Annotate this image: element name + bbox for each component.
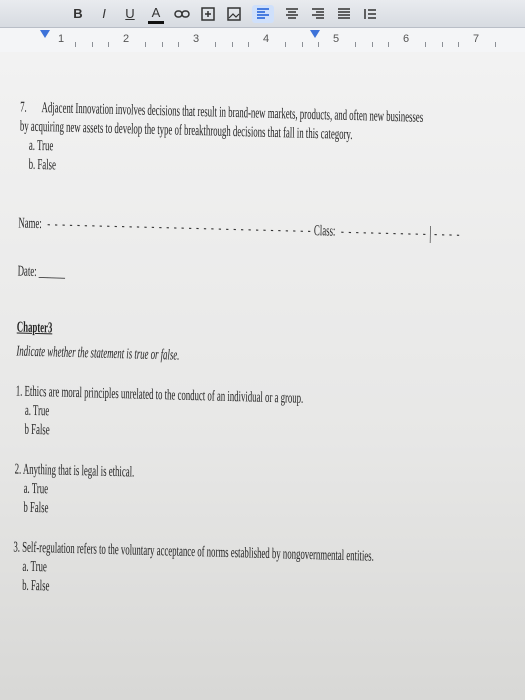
ruler-number: 1 [58, 33, 65, 45]
name-class-row: Name: - - - - - - - - - - - - - - - - - … [18, 215, 461, 245]
ruler-tick [285, 42, 286, 47]
question-3-option-a: a. True [22, 558, 47, 576]
ruler-tick [355, 42, 356, 47]
italic-button[interactable]: I [96, 5, 112, 23]
ruler-tick [248, 42, 249, 47]
question-3-option-b: b. False [22, 577, 50, 595]
ruler-tick [302, 42, 303, 47]
ruler-tick [108, 42, 109, 47]
ruler-number: 4 [263, 33, 270, 45]
ruler-number: 2 [123, 33, 130, 45]
right-indent-marker[interactable] [310, 30, 320, 38]
align-justify-icon[interactable] [336, 5, 352, 23]
question-1-text: 1. Ethics are moral principles unrelated… [15, 383, 304, 407]
question-1-option-a: a. True [24, 402, 50, 420]
ruler-tick [442, 42, 443, 47]
ruler-tick [388, 42, 389, 47]
text-cursor [430, 226, 431, 244]
question-7-option-b: b. False [28, 156, 57, 174]
line-spacing-icon[interactable] [362, 5, 378, 23]
underline-button[interactable]: U [122, 5, 138, 23]
date-blank[interactable]: ______ [39, 264, 66, 281]
class-label: Class: [313, 223, 336, 240]
date-row: Date: ______ [18, 263, 66, 283]
ruler-number: 5 [333, 33, 340, 45]
ruler-number: 7 [473, 33, 480, 45]
ruler-tick [178, 42, 179, 47]
document-body: 7. Adjacent Innovation involves decision… [0, 52, 525, 700]
ruler-tick [215, 42, 216, 47]
ruler-tick [495, 42, 496, 47]
document-page[interactable]: 7. Adjacent Innovation involves decision… [0, 52, 525, 700]
ruler-tick [458, 42, 459, 47]
editor-window: B I U A 1 2 3 4 5 6 7 7. Adjacent Innova… [0, 0, 525, 700]
ruler-tick [318, 42, 319, 47]
image-icon[interactable] [226, 5, 242, 23]
text-color-button[interactable]: A [148, 3, 164, 24]
horizontal-ruler[interactable]: 1 2 3 4 5 6 7 [0, 28, 525, 53]
ruler-tick [92, 42, 93, 47]
ruler-tick [372, 42, 373, 47]
align-right-icon[interactable] [310, 5, 326, 23]
instructions-text: Indicate whether the statement is true o… [16, 343, 180, 364]
ruler-tick [75, 42, 76, 47]
name-label: Name: [18, 215, 42, 233]
question-3-text: 3. Self-regulation refers to the volunta… [13, 539, 374, 565]
date-label: Date: [17, 263, 37, 280]
class-blank[interactable]: - - - - - - - - - - - - - - - - [337, 224, 461, 244]
left-indent-marker[interactable] [40, 30, 50, 38]
question-7-option-a: a. True [28, 137, 54, 155]
ruler-tick [232, 42, 233, 47]
question-2-option-b: b False [23, 499, 49, 517]
link-icon[interactable] [174, 5, 190, 23]
align-left-icon[interactable] [252, 4, 274, 23]
ruler-number: 6 [403, 33, 410, 45]
question-2-option-a: a. True [23, 480, 49, 498]
ruler-tick [145, 42, 146, 47]
align-center-icon[interactable] [284, 5, 300, 23]
question-1-option-b: b False [24, 421, 50, 439]
question-7-number: 7. [20, 99, 27, 116]
ruler-tick [425, 42, 426, 47]
formatting-toolbar: B I U A [0, 0, 525, 28]
chapter-heading: Chapter3 [16, 319, 53, 337]
name-blank[interactable]: - - - - - - - - - - - - - - - - - - - - … [44, 216, 312, 239]
insert-comment-icon[interactable] [200, 5, 216, 23]
ruler-number: 3 [193, 33, 200, 45]
ruler-tick [162, 42, 163, 47]
bold-button[interactable]: B [70, 5, 86, 23]
